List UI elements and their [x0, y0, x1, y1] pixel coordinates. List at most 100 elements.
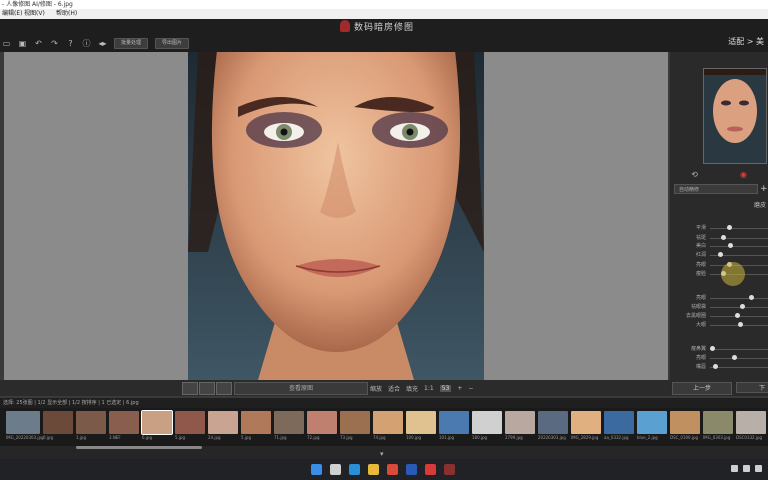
slider-track[interactable]: [710, 228, 768, 229]
app-header: 数码暗房修图 ▭ ▣ ↶ ↷ ? ⓘ ◂▸ 批量处理 导出图片 适配 > 美: [0, 19, 768, 52]
filmstrip[interactable]: IMG_20220303.jpg 0.jpg 1.jpg 3.NEF 6.jpg 5.jp…: [0, 408, 768, 446]
slider-track[interactable]: [710, 246, 768, 247]
add-preset-button[interactable]: +: [760, 184, 768, 194]
filmstrip-frame[interactable]: [175, 411, 205, 434]
network-icon[interactable]: [731, 465, 738, 472]
start-icon[interactable]: [311, 464, 322, 475]
compare-icon[interactable]: ◂▸: [98, 39, 107, 48]
filmstrip-frame[interactable]: [439, 411, 469, 434]
chevron-down-icon[interactable]: ▾: [380, 450, 384, 459]
explorer-icon[interactable]: [368, 464, 379, 475]
mode-label[interactable]: 适配 > 美: [728, 36, 764, 47]
search-icon[interactable]: [330, 464, 341, 475]
slider-knob[interactable]: [718, 252, 724, 257]
filmstrip-frame[interactable]: [307, 411, 337, 434]
eye-icon[interactable]: ◉: [740, 170, 747, 179]
compare-view-button[interactable]: [216, 382, 232, 395]
preset-select[interactable]: 自动精修: [674, 184, 758, 194]
filmstrip-frame[interactable]: [340, 411, 370, 434]
chrome-icon[interactable]: [387, 464, 398, 475]
undo-icon[interactable]: ↶: [34, 39, 43, 48]
slider-row: 瘦鼻翼: [674, 345, 768, 353]
slider-knob[interactable]: [740, 304, 746, 309]
next-button[interactable]: 下一步: [736, 382, 768, 414]
filmstrip-frame[interactable]: [43, 411, 73, 434]
filmstrip-frame[interactable]: [109, 411, 139, 434]
split-view-button[interactable]: [199, 382, 215, 395]
filmstrip-frame[interactable]: [274, 411, 304, 434]
slider-track[interactable]: [710, 358, 768, 359]
fit-button[interactable]: 适合: [388, 384, 400, 393]
menu-view[interactable]: 视图(V): [24, 9, 45, 19]
filmstrip-frame[interactable]: [670, 411, 700, 434]
filmstrip-frame[interactable]: [406, 411, 436, 434]
info-icon[interactable]: ⓘ: [82, 39, 91, 48]
ratio-button[interactable]: 1:1: [424, 385, 434, 392]
slider-knob[interactable]: [712, 364, 718, 369]
slider-track[interactable]: [710, 349, 768, 350]
slider-track[interactable]: [710, 298, 768, 299]
filmstrip-frame[interactable]: [703, 411, 733, 434]
edge-icon[interactable]: [349, 464, 360, 475]
slider-label: 亮眼: [695, 295, 706, 301]
portrait-image: [188, 52, 484, 380]
slider-knob[interactable]: [748, 295, 754, 300]
slider-row: 祛斑: [674, 234, 768, 242]
filmstrip-frame-label: 74.jpg: [373, 435, 386, 440]
filmstrip-frame[interactable]: [208, 411, 238, 434]
slider-knob[interactable]: [721, 235, 726, 240]
filmstrip-frame[interactable]: [637, 411, 667, 434]
volume-icon[interactable]: [743, 465, 750, 472]
slider-track[interactable]: [710, 238, 768, 239]
record-icon[interactable]: [425, 464, 436, 475]
redo-icon[interactable]: ↷: [50, 39, 59, 48]
slider-track[interactable]: [710, 367, 768, 368]
filmstrip-scroll-thumb[interactable]: [76, 446, 202, 449]
slider-knob[interactable]: [728, 243, 734, 248]
zoom-out-button[interactable]: −: [468, 385, 473, 392]
navigator-thumbnail[interactable]: [703, 68, 767, 164]
save-icon[interactable]: ▣: [18, 39, 27, 48]
slider-knob[interactable]: [737, 322, 743, 327]
menu-help[interactable]: 帮助(H): [56, 9, 77, 19]
previous-button[interactable]: 上一步: [672, 382, 732, 395]
slider-row: 红润: [674, 251, 768, 259]
filmstrip-frame[interactable]: [472, 411, 502, 434]
rotate-icon[interactable]: ⟲: [691, 170, 698, 179]
slider-label: 祛斑: [695, 235, 706, 241]
filmstrip-frame-selected[interactable]: [141, 410, 173, 435]
filmstrip-frame[interactable]: [571, 411, 601, 434]
battery-icon[interactable]: [755, 465, 762, 472]
slider-knob[interactable]: [710, 346, 715, 351]
brand-name: 数码暗房修图: [354, 22, 415, 33]
slider-knob[interactable]: [732, 355, 737, 360]
fill-button[interactable]: 填充: [406, 384, 418, 393]
zoom-in-button[interactable]: +: [457, 385, 462, 392]
filmstrip-frame[interactable]: [604, 411, 634, 434]
filmstrip-frame[interactable]: [6, 411, 40, 434]
export-button[interactable]: 导出图片: [155, 37, 190, 49]
batch-button[interactable]: 批量处理: [114, 37, 149, 49]
window-title: - 人像修图 AI/修图 - 6.jpg: [2, 1, 73, 8]
slider-track[interactable]: [710, 307, 768, 308]
menu-edit[interactable]: 编辑(E): [2, 9, 22, 19]
filmstrip-frame[interactable]: [373, 411, 403, 434]
view-original-button[interactable]: 查看原图: [234, 382, 368, 395]
filmstrip-frame[interactable]: [76, 411, 106, 434]
filmstrip-frame[interactable]: [505, 411, 535, 434]
filmstrip-frame-label: 5.jpg: [241, 435, 252, 440]
slider-label: 祛眼袋: [690, 304, 706, 310]
slider-knob[interactable]: [734, 313, 740, 318]
filmstrip-frame[interactable]: [241, 411, 271, 434]
zoom-value[interactable]: 53: [439, 384, 452, 392]
single-view-button[interactable]: [182, 382, 198, 395]
filmstrip-frame[interactable]: [538, 411, 568, 434]
app-icon[interactable]: [444, 464, 455, 475]
open-icon[interactable]: ▭: [2, 39, 11, 48]
slider-label: 平滑: [695, 225, 706, 231]
slider-knob[interactable]: [726, 225, 732, 230]
help-icon[interactable]: ?: [66, 39, 75, 48]
filmstrip-frame[interactable]: [736, 411, 766, 434]
main-photo[interactable]: [188, 52, 484, 380]
word-icon[interactable]: [406, 464, 417, 475]
